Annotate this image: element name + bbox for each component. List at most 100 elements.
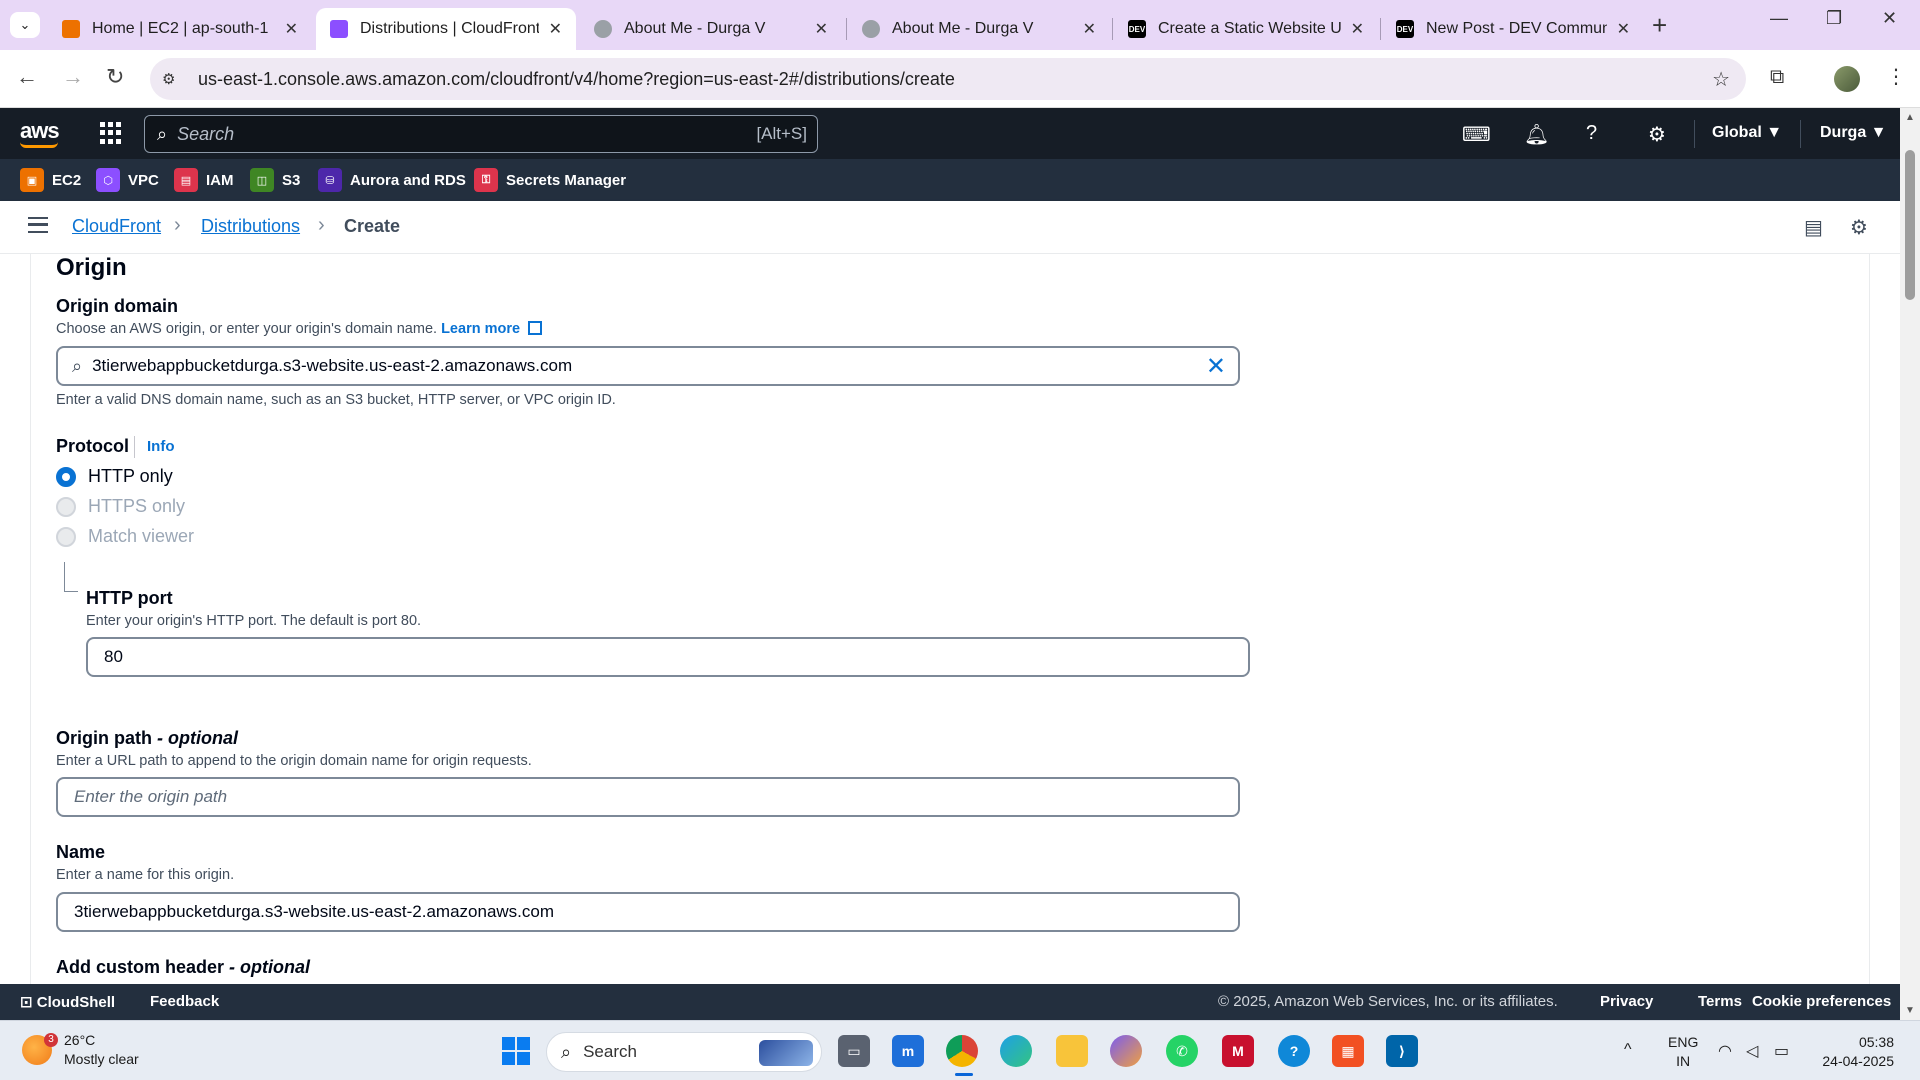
bell-icon[interactable]: 🔔︎ bbox=[1524, 122, 1549, 147]
task-view-icon[interactable]: ▭ bbox=[838, 1035, 870, 1067]
close-icon[interactable]: ✕ bbox=[1351, 19, 1364, 39]
windows-start-icon[interactable] bbox=[502, 1037, 530, 1065]
file-explorer-icon[interactable] bbox=[1056, 1035, 1088, 1067]
favorite-ec2[interactable]: ▣ EC2 bbox=[20, 168, 81, 192]
radio-https-only[interactable]: HTTPS only bbox=[56, 496, 185, 517]
get-help-icon[interactable]: ? bbox=[1278, 1035, 1310, 1067]
extensions-icon[interactable]: ⧉ bbox=[1770, 66, 1784, 89]
services-grid-icon[interactable] bbox=[100, 122, 122, 144]
mylio-app-icon[interactable]: m bbox=[892, 1035, 924, 1067]
avatar[interactable] bbox=[1834, 66, 1860, 92]
site-settings-icon[interactable]: ⚙ bbox=[162, 70, 184, 88]
cloudshell-button[interactable]: ⊡ CloudShell bbox=[20, 993, 115, 1011]
close-icon[interactable]: ✕ bbox=[285, 19, 298, 39]
cloudshell-icon: ⊡ bbox=[20, 994, 33, 1011]
language-indicator[interactable]: ENG IN bbox=[1668, 1033, 1698, 1071]
weather-temp: 26°C bbox=[64, 1032, 96, 1048]
omnibox[interactable]: ⚙ us-east-1.console.aws.amazon.com/cloud… bbox=[150, 58, 1746, 100]
aws-logo[interactable]: aws bbox=[20, 118, 60, 148]
breadcrumb-cloudfront[interactable]: CloudFront bbox=[72, 216, 161, 237]
close-icon[interactable]: ✕ bbox=[1617, 19, 1630, 39]
browser-tab-dev-static[interactable]: DEV Create a Static Website Usi ✕ bbox=[1114, 8, 1378, 50]
privacy-link[interactable]: Privacy bbox=[1600, 993, 1653, 1010]
http-port-input[interactable]: 80 bbox=[86, 637, 1250, 677]
close-window-button[interactable]: ✕ bbox=[1882, 8, 1897, 29]
favorite-vpc[interactable]: ⬡ VPC bbox=[96, 168, 159, 192]
close-icon[interactable]: ✕ bbox=[549, 19, 562, 39]
breadcrumb-distributions[interactable]: Distributions bbox=[201, 216, 300, 237]
minimize-button[interactable]: — bbox=[1770, 8, 1788, 29]
reload-button[interactable]: ↻ bbox=[106, 64, 124, 90]
account-menu[interactable]: Durga ▼ bbox=[1820, 124, 1887, 142]
microsoft-store-icon[interactable]: ▦ bbox=[1332, 1035, 1364, 1067]
favorite-aurora-rds[interactable]: ⛁ Aurora and RDS bbox=[318, 168, 466, 192]
tab-divider bbox=[1380, 18, 1381, 40]
secrets-manager-icon: ⚿ bbox=[474, 168, 498, 192]
forward-button[interactable]: → bbox=[62, 64, 84, 90]
browser-tab-cloudfront[interactable]: Distributions | CloudFront | ✕ bbox=[316, 8, 576, 50]
name-input[interactable]: 3tierwebappbucketdurga.s3-website.us-eas… bbox=[56, 892, 1240, 932]
browser-menu-icon[interactable]: ⋮ bbox=[1886, 64, 1906, 89]
url-text[interactable]: us-east-1.console.aws.amazon.com/cloudfr… bbox=[198, 69, 955, 90]
new-tab-button[interactable]: + bbox=[1652, 10, 1667, 41]
bookmark-star-icon[interactable]: ☆ bbox=[1712, 67, 1730, 92]
vscode-icon[interactable]: ⟩ bbox=[1386, 1035, 1418, 1067]
back-button[interactable]: ← bbox=[16, 64, 38, 90]
origin-path-label: Origin path - optional bbox=[56, 728, 238, 748]
weather-widget[interactable]: 3 26°C Mostly clear bbox=[22, 1031, 139, 1069]
favorite-s3[interactable]: ◫ S3 bbox=[250, 168, 300, 192]
chevron-up-icon[interactable]: ^ bbox=[1624, 1041, 1632, 1059]
aws-search-input[interactable]: ⌕ Search [Alt+S] bbox=[144, 115, 818, 153]
origin-domain-description: Choose an AWS origin, or enter your orig… bbox=[56, 321, 543, 337]
tab-search-button[interactable]: ⌄ bbox=[10, 12, 40, 38]
chevron-right-icon: › bbox=[174, 214, 181, 236]
taskbar-search[interactable]: ⌕ Search bbox=[546, 1032, 822, 1072]
scroll-down-icon[interactable]: ▼ bbox=[1905, 1005, 1915, 1016]
mcafee-icon[interactable]: M bbox=[1222, 1035, 1254, 1067]
browser-tab-about-2[interactable]: About Me - Durga V ✕ bbox=[848, 8, 1110, 50]
browser-tab-about-1[interactable]: About Me - Durga V ✕ bbox=[580, 8, 842, 50]
region-selector[interactable]: Global ▼ bbox=[1712, 124, 1782, 142]
browser-tab-dev-newpost[interactable]: DEV New Post - DEV Communi ✕ bbox=[1382, 8, 1644, 50]
copilot-icon[interactable] bbox=[1110, 1035, 1142, 1067]
whatsapp-icon[interactable]: ✆ bbox=[1166, 1035, 1198, 1067]
protocol-info-link[interactable]: Info bbox=[147, 438, 175, 455]
system-clock[interactable]: 05:38 24-04-2025 bbox=[1818, 1033, 1894, 1071]
scrollbar-thumb[interactable] bbox=[1905, 150, 1915, 300]
origin-path-input[interactable]: Enter the origin path bbox=[56, 777, 1240, 817]
volume-icon[interactable]: ◁ bbox=[1746, 1041, 1758, 1061]
battery-icon[interactable]: ▭ bbox=[1774, 1041, 1789, 1061]
restore-button[interactable]: ❐ bbox=[1826, 8, 1842, 29]
page-info-panel-icon[interactable]: ▤ bbox=[1804, 215, 1823, 240]
help-icon[interactable]: ? bbox=[1586, 122, 1597, 145]
browser-tab-ec2[interactable]: Home | EC2 | ap-south-1 ✕ bbox=[48, 8, 312, 50]
origin-domain-input[interactable]: ⌕ 3tierwebappbucketdurga.s3-website.us-e… bbox=[56, 346, 1240, 386]
learn-more-link[interactable]: Learn more bbox=[441, 321, 543, 337]
favorite-secrets-manager[interactable]: ⚿ Secrets Manager bbox=[474, 168, 626, 192]
feedback-link[interactable]: Feedback bbox=[150, 993, 219, 1010]
favorite-iam[interactable]: ▤ IAM bbox=[174, 168, 234, 192]
browser-tab-bar: ⌄ Home | EC2 | ap-south-1 ✕ Distribution… bbox=[0, 0, 1920, 50]
hamburger-menu-icon[interactable] bbox=[28, 217, 48, 233]
ec2-icon: ▣ bbox=[20, 168, 44, 192]
gear-icon[interactable]: ⚙ bbox=[1648, 122, 1666, 147]
scroll-up-icon[interactable]: ▲ bbox=[1905, 112, 1915, 123]
radio-http-only[interactable]: HTTP only bbox=[56, 466, 173, 487]
close-icon[interactable]: ✕ bbox=[815, 19, 828, 39]
chevron-right-icon: › bbox=[318, 214, 325, 236]
radio-match-viewer[interactable]: Match viewer bbox=[56, 526, 194, 547]
clear-icon[interactable]: ✕ bbox=[1206, 352, 1226, 381]
edge-icon[interactable] bbox=[1000, 1035, 1032, 1067]
wifi-icon[interactable]: ◠ bbox=[1718, 1041, 1732, 1061]
settings-panel-icon[interactable]: ⚙ bbox=[1850, 215, 1868, 240]
cloudshell-icon[interactable]: ⌨ bbox=[1462, 122, 1491, 147]
cookie-preferences-link[interactable]: Cookie preferences bbox=[1752, 993, 1891, 1010]
page-scrollbar[interactable]: ▲ ▼ bbox=[1900, 108, 1920, 1020]
iam-icon: ▤ bbox=[174, 168, 198, 192]
terms-link[interactable]: Terms bbox=[1698, 993, 1742, 1010]
chrome-icon[interactable] bbox=[946, 1035, 978, 1067]
close-icon[interactable]: ✕ bbox=[1083, 19, 1096, 39]
radio-disabled-icon bbox=[56, 526, 76, 547]
globe-icon bbox=[594, 20, 612, 38]
search-highlight-image bbox=[759, 1040, 813, 1066]
